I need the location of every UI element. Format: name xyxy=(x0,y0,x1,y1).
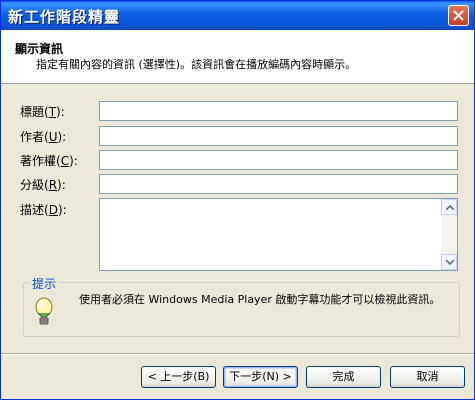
chevron-up-icon xyxy=(446,205,454,210)
title-bar[interactable]: 新工作階段精靈 xyxy=(1,1,474,30)
description-scrollbar[interactable] xyxy=(441,199,457,270)
page-subtitle: 指定有關內容的資訊 (選擇性)。該資訊會在播放編碼內容時顯示。 xyxy=(36,58,357,71)
chevron-down-icon xyxy=(446,260,454,265)
wizard-window: 新工作階段精靈 顯示資訊 指定有關內容的資訊 (選擇性)。該資訊會在播放編碼內容… xyxy=(0,0,475,400)
copyright-label: 著作權(C): xyxy=(20,154,78,168)
finish-button[interactable]: 完成 xyxy=(306,366,381,388)
close-icon xyxy=(453,10,464,21)
rating-input[interactable] xyxy=(99,174,458,194)
copyright-input[interactable] xyxy=(99,150,458,170)
scroll-up-button[interactable] xyxy=(441,199,457,215)
scroll-down-button[interactable] xyxy=(441,254,457,270)
title-label: 標題(T): xyxy=(20,105,65,119)
close-button[interactable] xyxy=(448,5,469,26)
next-button[interactable]: 下一步(N) > xyxy=(223,366,298,388)
author-label: 作者(U): xyxy=(20,130,67,144)
tip-title: 提示 xyxy=(29,275,60,292)
cancel-button[interactable]: 取消 xyxy=(390,366,465,388)
tip-groupbox xyxy=(23,282,460,337)
title-input[interactable] xyxy=(99,101,458,121)
page-title: 顯示資訊 xyxy=(15,42,64,56)
wizard-header: 顯示資訊 指定有關內容的資訊 (選擇性)。該資訊會在播放編碼內容時顯示。 xyxy=(1,30,474,84)
author-input[interactable] xyxy=(99,126,458,146)
back-button[interactable]: < 上一步(B) xyxy=(141,366,216,388)
rating-label: 分級(R): xyxy=(20,178,66,192)
tip-text: 使用者必須在 Windows Media Player 啟動字幕功能才可以檢視此… xyxy=(79,293,441,306)
lightbulb-tip-icon xyxy=(35,297,53,325)
description-textarea[interactable] xyxy=(99,198,458,271)
button-separator xyxy=(1,353,474,355)
window-title: 新工作階段精靈 xyxy=(8,8,121,26)
description-label: 描述(D): xyxy=(20,203,67,217)
